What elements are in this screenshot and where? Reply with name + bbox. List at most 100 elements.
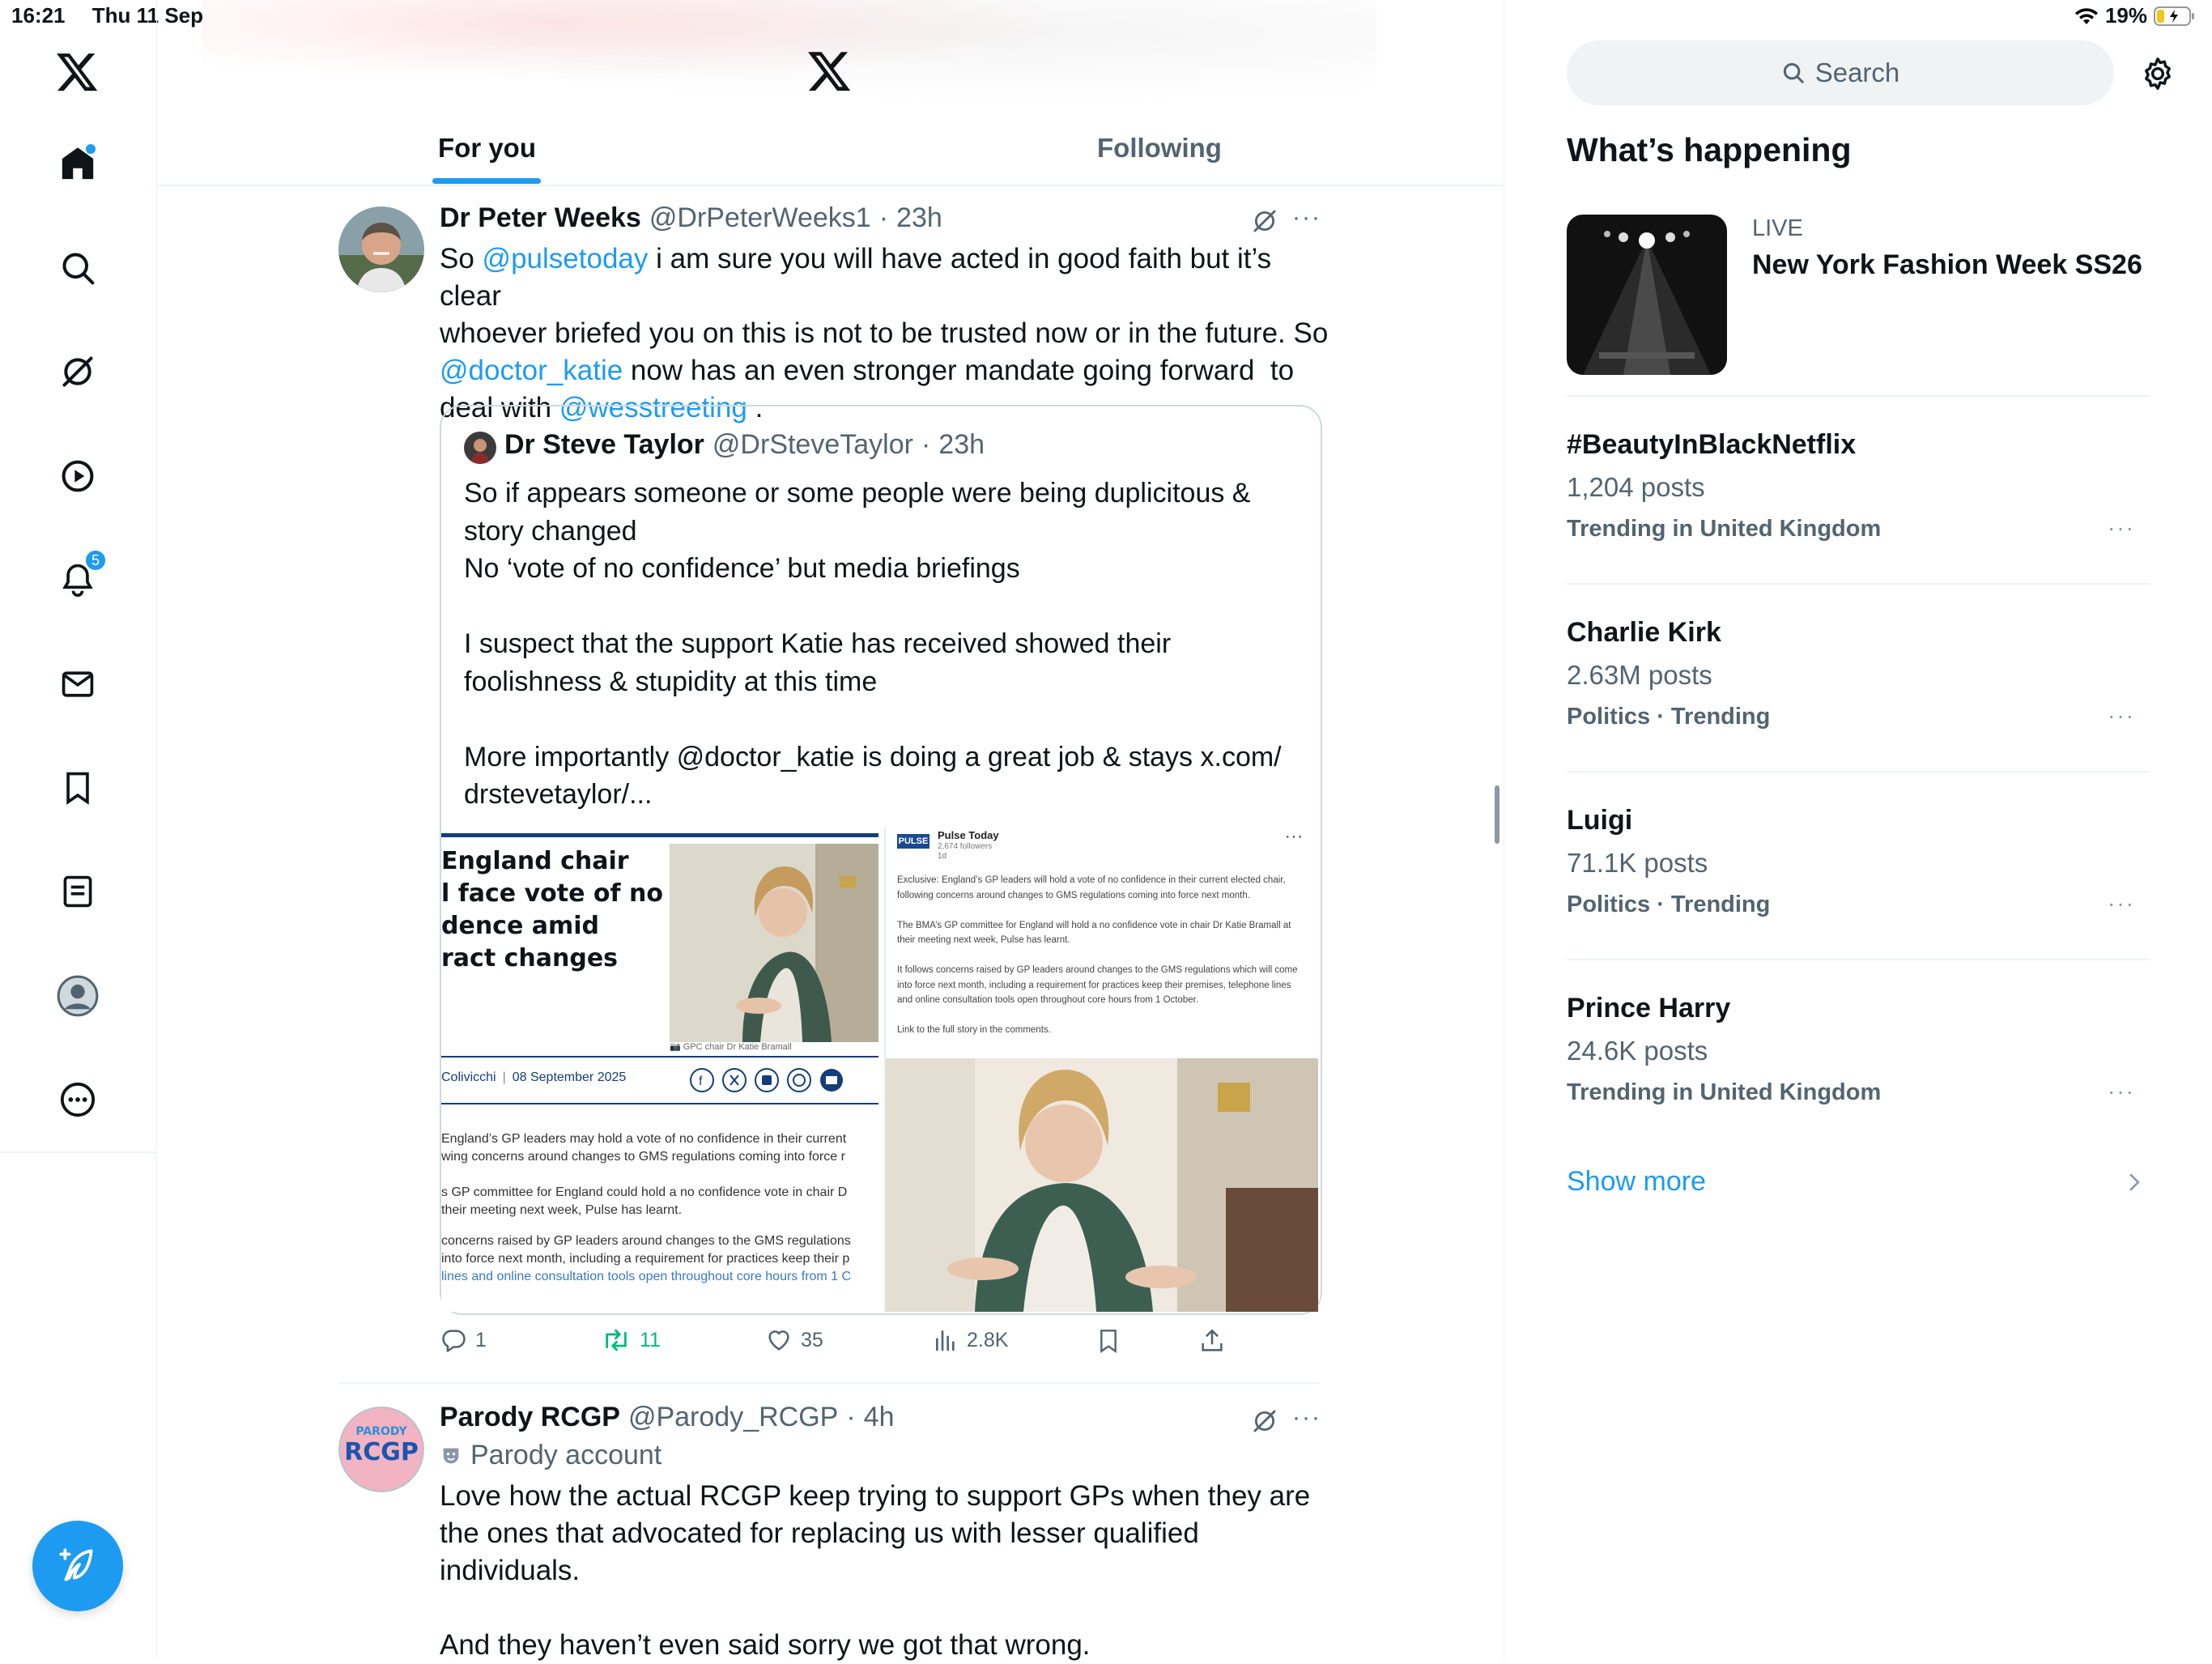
mention-link[interactable]: @pulsetoday [483,243,649,274]
clip-share-icons: f [689,1067,844,1093]
tab-for-you[interactable]: For you [438,133,536,164]
parody-label-text: Parody account [470,1440,662,1470]
like-count: 35 [801,1328,823,1351]
lists-icon[interactable] [55,869,100,914]
avatar-text: RCGP [344,1438,419,1466]
search-icon [1783,62,1804,83]
trend-item[interactable]: Luigi 71.1K posts Politics · Trending ··… [1567,805,2150,918]
trend-meta: Politics · Trending [1567,704,1771,730]
grok-icon[interactable] [1251,1407,1278,1435]
author-name[interactable]: Dr Peter Weeks [440,202,641,234]
search-icon[interactable] [55,245,100,291]
quote-author-handle: @DrSteveTaylor [712,429,913,460]
search-input[interactable]: Search [1567,40,2114,105]
trend-separator [1567,771,2150,772]
battery-percent: 19% [2104,3,2147,28]
more-options-icon[interactable] [55,1077,100,1122]
repost-button[interactable]: 11 [601,1326,661,1354]
tweet-time[interactable]: 4h [864,1402,895,1433]
repost-count: 11 [640,1328,661,1351]
settings-gear-icon[interactable] [2139,55,2176,92]
clip-post-text: Exclusive: England’s GP leaders will hol… [897,875,1298,1035]
reply-button[interactable]: 1 [440,1326,487,1354]
more-icon[interactable]: ··· [1292,204,1321,232]
trend-title: Luigi [1567,805,1633,836]
trend-item[interactable]: Charlie Kirk 2.63M posts Politics · Tren… [1567,617,2150,730]
views-count: 2.8K [967,1328,1009,1351]
trend-more-icon[interactable]: ··· [2108,891,2135,917]
chevron-right-icon [2129,1172,2140,1191]
messages-icon[interactable] [55,662,100,707]
news-clipping-image[interactable]: England chair l face vote of no dence am… [441,828,878,1312]
quote-author-name: Dr Steve Taylor [504,429,704,460]
trend-item[interactable]: #BeautyInBlackNetflix 1,204 posts Trendi… [1567,429,2150,543]
clip-headline: England chair l face vote of no dence am… [441,847,663,972]
avatar[interactable]: PARODY RCGP [338,1407,424,1492]
parody-label: Parody account [440,1440,661,1471]
trend-title: Charlie Kirk [1567,617,1721,648]
tweet-header: Dr Peter Weeks @DrPeterWeeks1 · 23h [440,202,942,234]
search-placeholder: Search [1814,57,1900,87]
tweet-header: Parody RCGP @Parody_RCGP · 4h [440,1402,895,1433]
scrollbar-thumb[interactable] [1495,785,1499,844]
video-icon[interactable] [55,453,100,499]
avatar[interactable] [338,206,424,292]
trend-count: 2.63M posts [1567,660,1712,690]
like-button[interactable]: 35 [765,1326,823,1354]
battery-icon [2154,6,2196,27]
show-more-link[interactable]: Show more [1567,1166,2150,1198]
mention-link[interactable]: @doctor_katie [440,355,623,386]
live-event-thumbnail[interactable] [1567,215,1727,375]
trend-more-icon[interactable]: ··· [2108,1079,2135,1104]
bookmark-icon [1100,1330,1117,1353]
email-share-icon [820,1069,843,1092]
more-icon[interactable]: ··· [1292,1404,1321,1432]
grok-icon[interactable] [1251,207,1278,235]
tweet-time[interactable]: 23h [896,202,942,234]
clip-rule [441,1103,878,1104]
linkedin-icon [755,1068,779,1092]
x-share-icon [722,1068,747,1092]
author-handle[interactable]: @Parody_RCGP [628,1402,838,1433]
quote-text: So if appears someone or some people wer… [464,478,1282,810]
views-button[interactable]: 2.8K [933,1326,1008,1354]
live-event-title[interactable]: New York Fashion Week SS26 [1752,249,2142,281]
svg-text:f: f [699,1075,703,1088]
trend-more-icon[interactable]: ··· [2108,515,2135,541]
bookmark-button[interactable] [1095,1326,1121,1355]
clip-topbar [441,833,878,837]
x-logo-icon[interactable] [55,50,100,96]
trend-count: 71.1K posts [1567,848,1708,878]
author-handle[interactable]: @DrPeterWeeks1 [649,202,871,234]
home-icon[interactable] [55,141,100,186]
trend-separator [1567,395,2150,397]
trend-meta: Trending in United Kingdom [1567,1079,1882,1105]
repost-icon [606,1329,627,1351]
x-header-logo-icon[interactable] [808,52,852,92]
text-segment: now has an even stronger mandate going f… [623,355,1295,386]
bookmarks-icon[interactable] [55,765,100,811]
share-icon [1202,1329,1223,1351]
tab-following[interactable]: Following [1097,133,1222,164]
notifications-badge: 5 [84,549,107,572]
clip-rule [441,1056,878,1058]
avatar-small-text: PARODY [355,1425,407,1438]
share-button[interactable] [1198,1326,1226,1355]
clip-more-icon: ··· [1285,828,1304,845]
text-segment: So [440,243,483,274]
grok-icon[interactable] [55,349,100,394]
clip-byline: Colivicchi | 08 September 2025 [441,1070,627,1084]
profile-icon[interactable] [55,973,100,1019]
compose-post-button[interactable] [32,1521,123,1611]
author-name[interactable]: Parody RCGP [440,1402,620,1433]
trend-more-icon[interactable]: ··· [2108,703,2135,729]
notifications-icon[interactable]: 5 [55,549,107,602]
wifi-icon [2074,6,2099,26]
reply-count: 1 [475,1328,487,1351]
nav-divider [0,1151,156,1153]
timeline-tabs: For you Following [156,113,1504,186]
linkedin-post-image[interactable]: PULSE Pulse Today 2,674 followers 1d ···… [886,828,1318,1312]
clip-photo [670,844,878,1042]
trend-meta: Trending in United Kingdom [1567,516,1882,542]
trend-item[interactable]: Prince Harry 24.6K posts Trending in Uni… [1567,993,2150,1106]
